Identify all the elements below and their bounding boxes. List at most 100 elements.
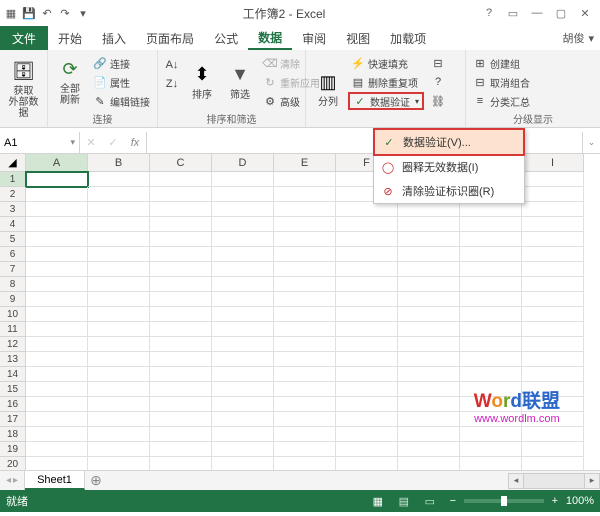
tab-data[interactable]: 数据 xyxy=(248,26,292,50)
scroll-left-icon[interactable]: ◂ xyxy=(508,473,524,489)
cell[interactable] xyxy=(88,292,150,307)
cell[interactable] xyxy=(26,337,88,352)
cell[interactable] xyxy=(212,247,274,262)
cell[interactable] xyxy=(212,292,274,307)
cell[interactable] xyxy=(26,232,88,247)
hscroll-track[interactable] xyxy=(524,473,584,489)
cell[interactable] xyxy=(336,367,398,382)
cell[interactable] xyxy=(274,322,336,337)
row-head[interactable]: 10 xyxy=(0,307,26,322)
cell[interactable] xyxy=(88,352,150,367)
cell[interactable] xyxy=(150,202,212,217)
cell[interactable] xyxy=(398,292,460,307)
cell[interactable] xyxy=(26,247,88,262)
remove-duplicates-button[interactable]: ▤删除重复项 xyxy=(348,73,424,91)
cell[interactable] xyxy=(88,232,150,247)
cell[interactable] xyxy=(460,442,522,457)
cell[interactable] xyxy=(398,337,460,352)
cell[interactable] xyxy=(398,277,460,292)
cell[interactable] xyxy=(398,352,460,367)
cell[interactable] xyxy=(398,202,460,217)
flash-fill-button[interactable]: ⚡快速填充 xyxy=(348,54,424,72)
cell[interactable] xyxy=(274,292,336,307)
cell[interactable] xyxy=(212,262,274,277)
consolidate-button[interactable]: ⊟ xyxy=(428,54,448,72)
cell[interactable] xyxy=(398,262,460,277)
cell[interactable] xyxy=(88,307,150,322)
cell[interactable] xyxy=(274,247,336,262)
cell[interactable] xyxy=(274,457,336,470)
sort-desc-button[interactable]: Z↓ xyxy=(162,75,182,93)
cell[interactable] xyxy=(522,337,584,352)
cell[interactable] xyxy=(398,397,460,412)
cell[interactable] xyxy=(26,397,88,412)
cell[interactable] xyxy=(460,202,522,217)
ribbon-options-icon[interactable]: ▭ xyxy=(502,4,524,22)
cell[interactable] xyxy=(336,292,398,307)
view-page-layout-icon[interactable]: ▤ xyxy=(394,493,414,509)
cell[interactable] xyxy=(522,307,584,322)
cell[interactable] xyxy=(336,322,398,337)
cell[interactable] xyxy=(398,382,460,397)
zoom-out-button[interactable]: − xyxy=(446,495,460,507)
cell[interactable] xyxy=(212,217,274,232)
cell[interactable] xyxy=(212,337,274,352)
col-head[interactable]: B xyxy=(88,154,150,172)
col-head[interactable]: E xyxy=(274,154,336,172)
cell[interactable] xyxy=(336,232,398,247)
cell[interactable] xyxy=(522,412,584,427)
cell[interactable] xyxy=(274,382,336,397)
cell[interactable] xyxy=(212,187,274,202)
cell[interactable] xyxy=(274,187,336,202)
dropdown-item-circle-invalid[interactable]: ◯圈释无效数据(I) xyxy=(374,155,524,179)
dropdown-item-clear-circles[interactable]: ⊘清除验证标识圈(R) xyxy=(374,179,524,203)
row-head[interactable]: 17 xyxy=(0,412,26,427)
cell[interactable] xyxy=(522,232,584,247)
cell[interactable] xyxy=(336,352,398,367)
cell[interactable] xyxy=(26,457,88,470)
zoom-percent[interactable]: 100% xyxy=(566,495,594,507)
cell[interactable] xyxy=(212,382,274,397)
cell[interactable] xyxy=(274,202,336,217)
cell[interactable] xyxy=(26,187,88,202)
cell[interactable] xyxy=(212,232,274,247)
cell[interactable] xyxy=(150,307,212,322)
user-name[interactable]: 胡俊 xyxy=(562,30,584,46)
cell[interactable] xyxy=(150,427,212,442)
cell[interactable] xyxy=(522,277,584,292)
row-head[interactable]: 8 xyxy=(0,277,26,292)
cell[interactable] xyxy=(88,397,150,412)
cell[interactable] xyxy=(26,172,88,187)
cell[interactable] xyxy=(522,217,584,232)
cell[interactable] xyxy=(522,442,584,457)
tab-page-layout[interactable]: 页面布局 xyxy=(136,26,204,50)
cell[interactable] xyxy=(336,277,398,292)
cell[interactable] xyxy=(522,382,584,397)
cell[interactable] xyxy=(150,262,212,277)
cell[interactable] xyxy=(398,307,460,322)
cell[interactable] xyxy=(150,352,212,367)
cell[interactable] xyxy=(274,217,336,232)
cell[interactable] xyxy=(460,217,522,232)
cell[interactable] xyxy=(336,412,398,427)
cell[interactable] xyxy=(522,262,584,277)
cell[interactable] xyxy=(26,217,88,232)
cell[interactable] xyxy=(88,187,150,202)
tab-view[interactable]: 视图 xyxy=(336,26,380,50)
cell[interactable] xyxy=(336,382,398,397)
col-head[interactable]: I xyxy=(522,154,584,172)
cell[interactable] xyxy=(212,367,274,382)
cell[interactable] xyxy=(26,352,88,367)
cell[interactable] xyxy=(398,457,460,470)
whatif-button[interactable]: ? xyxy=(428,73,448,91)
cell[interactable] xyxy=(460,367,522,382)
row-head[interactable]: 12 xyxy=(0,337,26,352)
cell[interactable] xyxy=(212,427,274,442)
row-head[interactable]: 3 xyxy=(0,202,26,217)
tab-formulas[interactable]: 公式 xyxy=(204,26,248,50)
cell[interactable] xyxy=(460,232,522,247)
row-head[interactable]: 13 xyxy=(0,352,26,367)
tab-insert[interactable]: 插入 xyxy=(92,26,136,50)
tab-home[interactable]: 开始 xyxy=(48,26,92,50)
col-head[interactable]: C xyxy=(150,154,212,172)
